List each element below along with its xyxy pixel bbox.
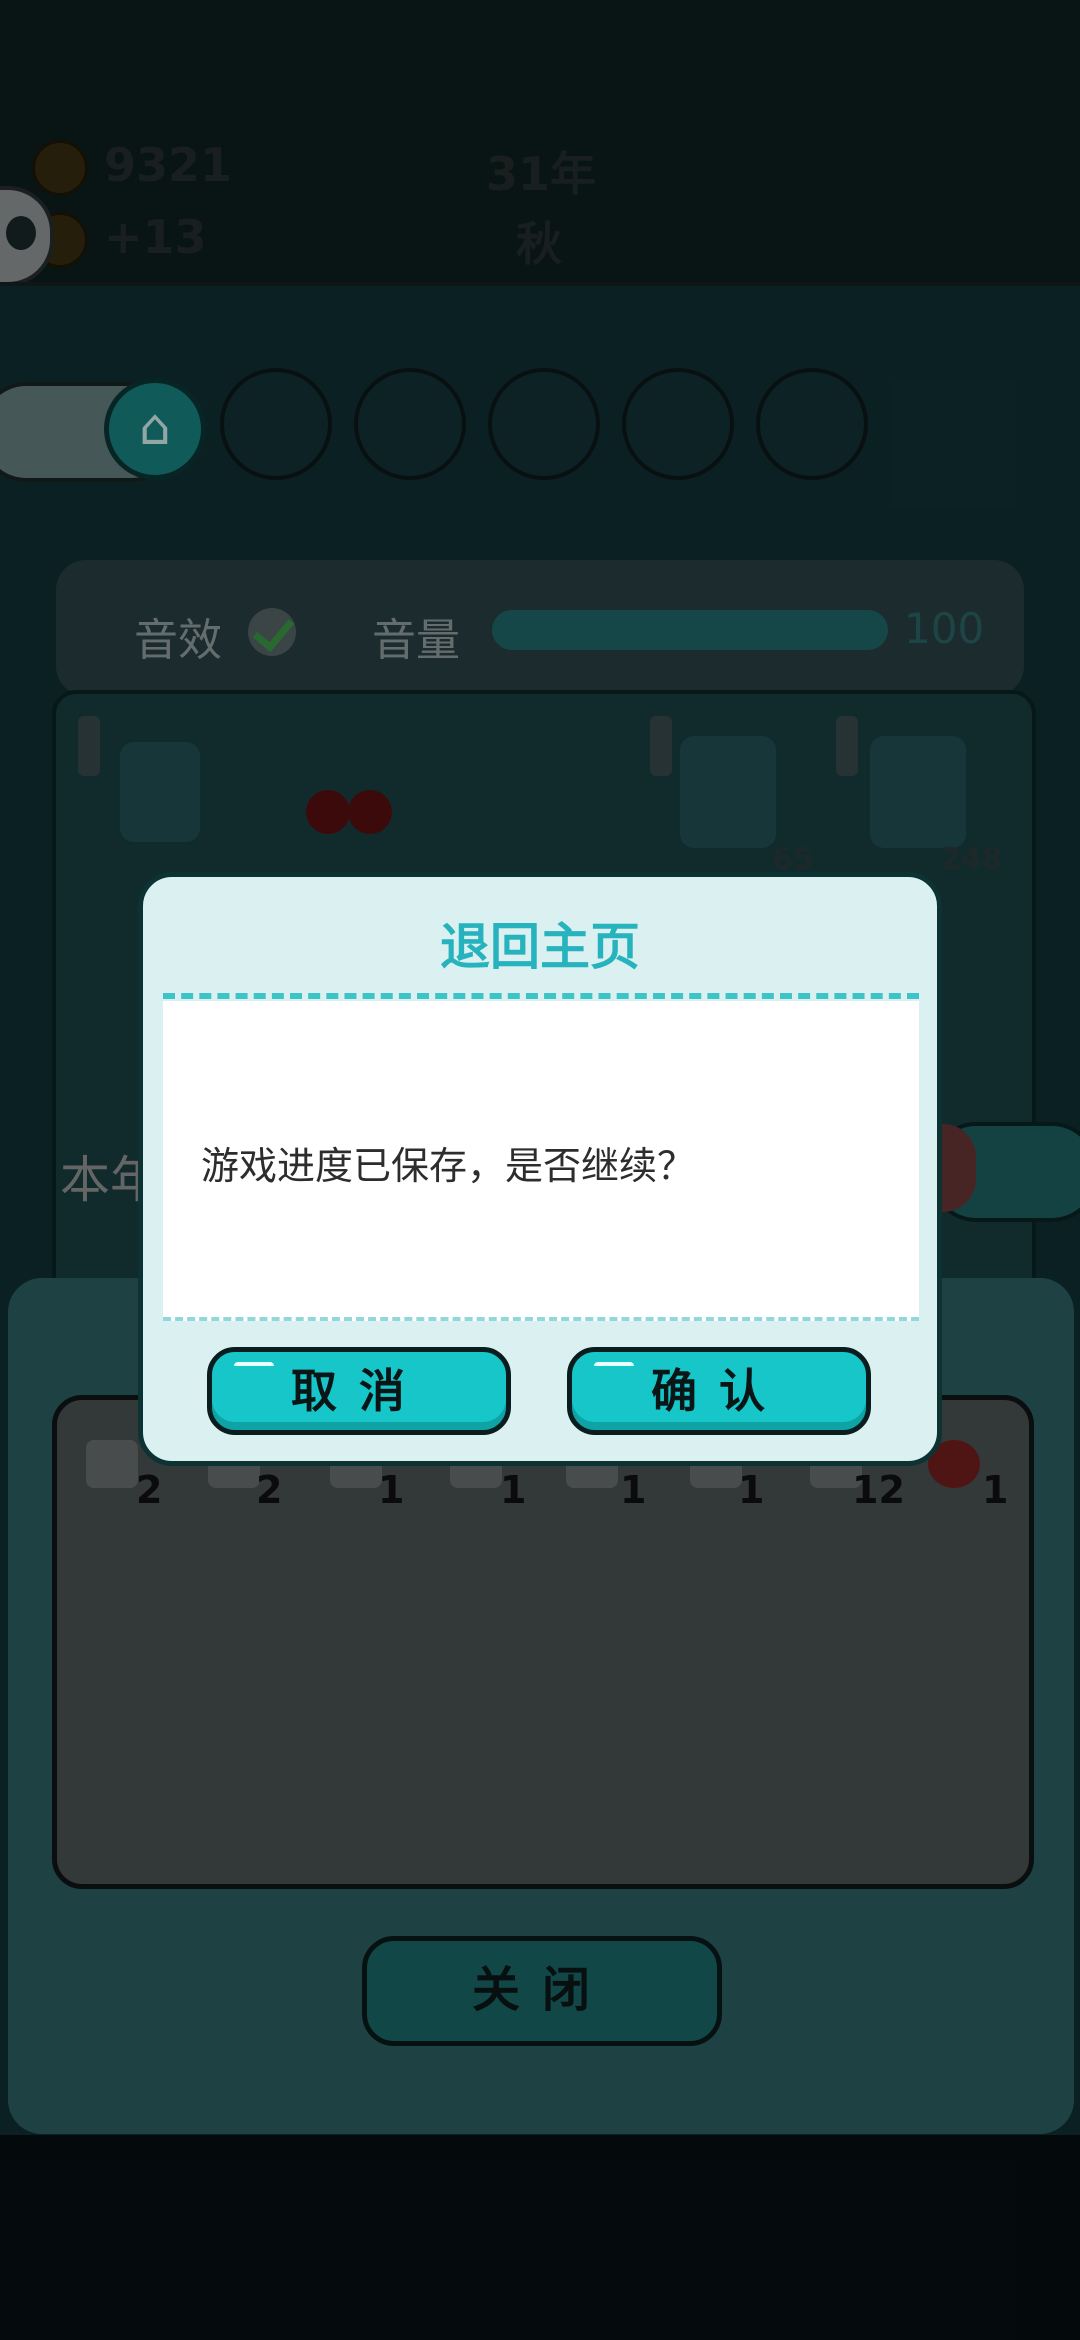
- cancel-button-label: 取消: [291, 1364, 427, 1418]
- cancel-button[interactable]: 取消: [207, 1347, 511, 1435]
- dialog-title: 退回主页: [440, 918, 640, 976]
- dialog-divider-bottom: [163, 1317, 919, 1321]
- button-shine: [234, 1362, 274, 1374]
- confirm-button[interactable]: 确认: [567, 1347, 871, 1435]
- confirm-button-label: 确认: [651, 1364, 787, 1418]
- return-home-dialog: 退回主页 游戏进度已保存，是否继续？ 取消 确认: [138, 872, 942, 1466]
- dialog-message: 游戏进度已保存，是否继续？: [201, 1144, 696, 1188]
- dialog-divider-top: [163, 993, 919, 999]
- button-shine: [594, 1362, 634, 1374]
